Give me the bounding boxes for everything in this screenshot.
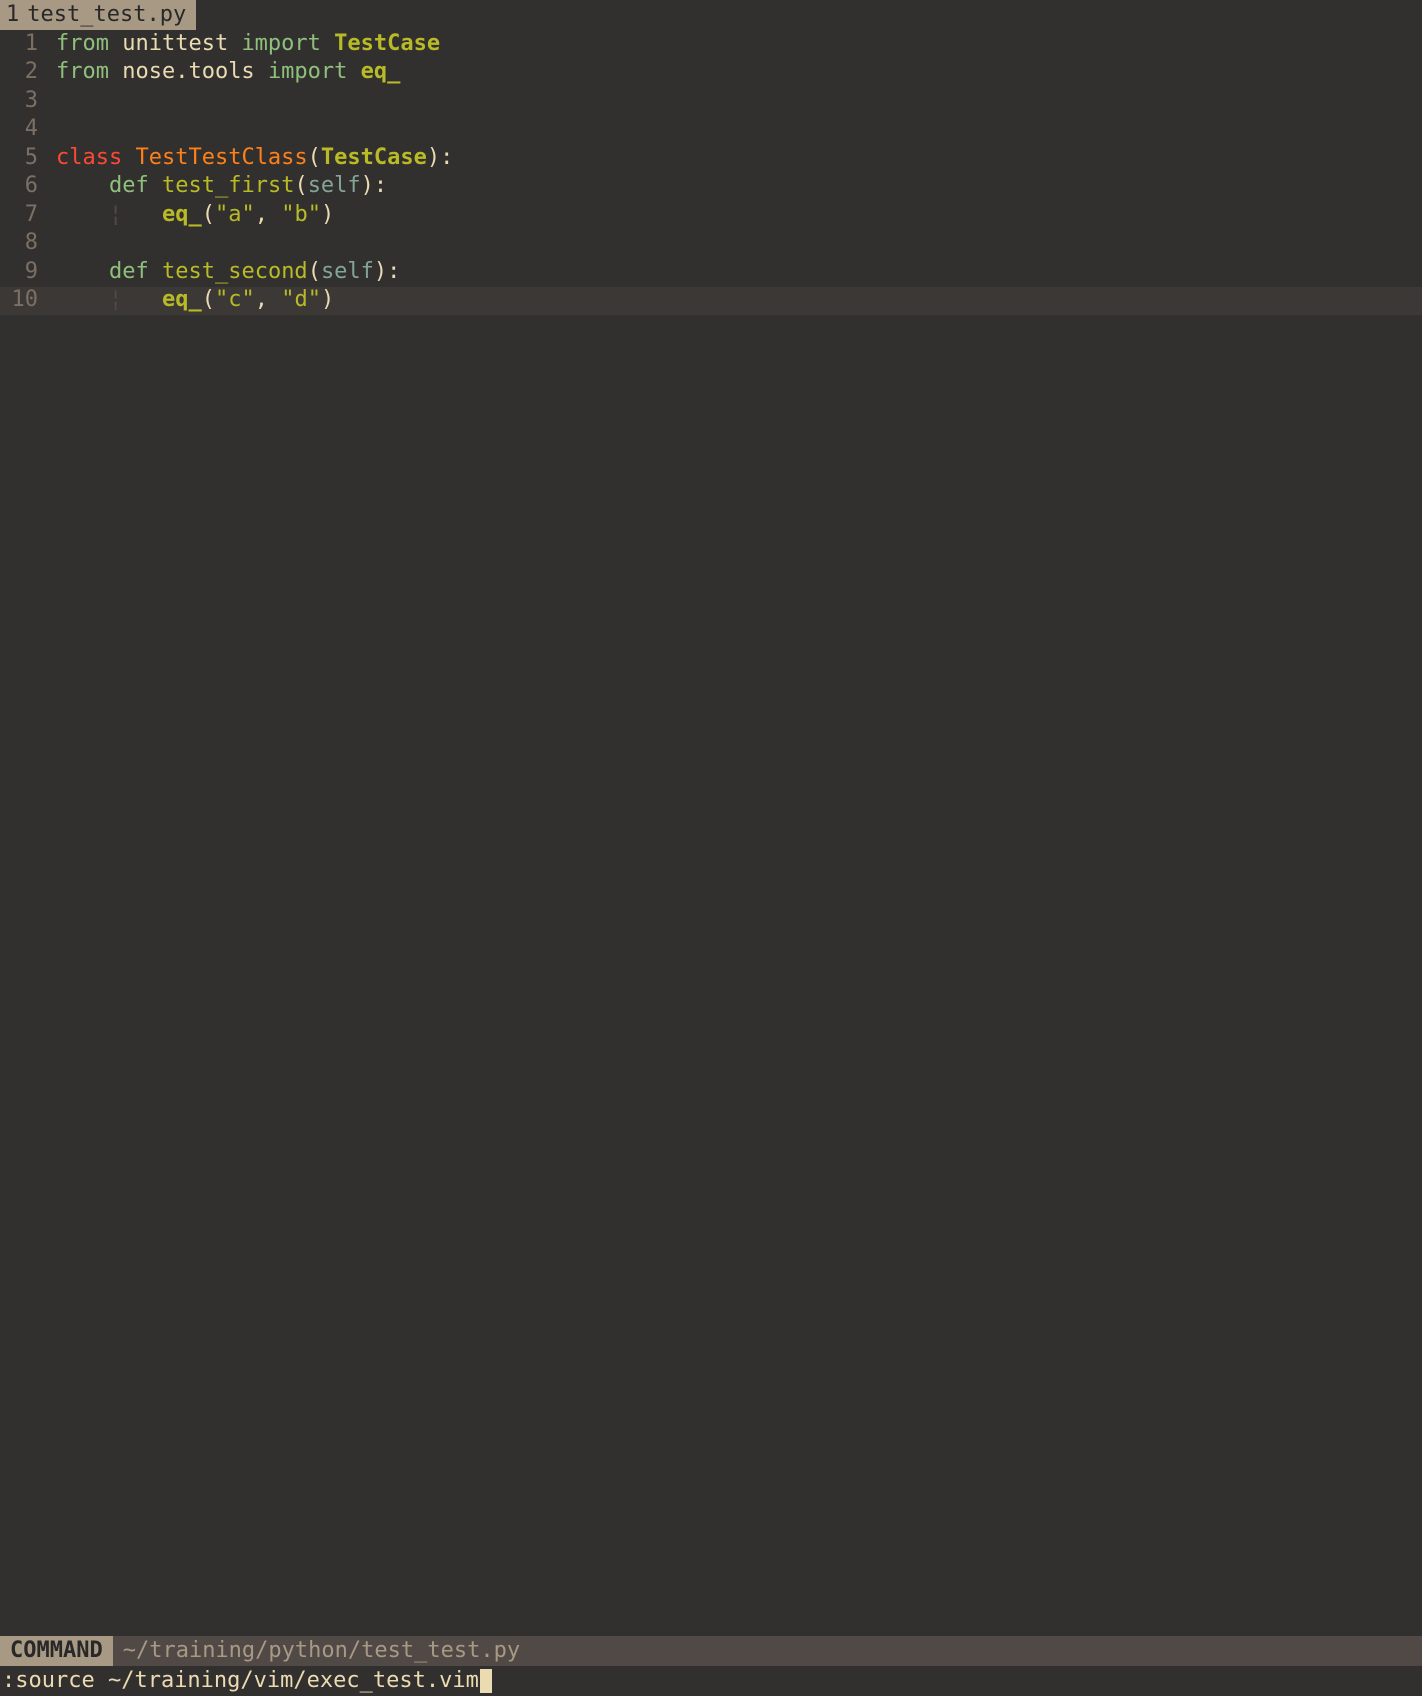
- mode-indicator: COMMAND: [0, 1636, 113, 1666]
- tab-index: 1: [6, 1, 19, 30]
- cursor-icon: [480, 1669, 492, 1693]
- file-path: ~/training/python/test_test.py: [113, 1637, 530, 1666]
- line-number: 4: [0, 115, 48, 144]
- code-line[interactable]: 1from unittest import TestCase: [0, 30, 1422, 59]
- code-editor[interactable]: 1from unittest import TestCase2from nose…: [0, 30, 1422, 1636]
- line-number: 7: [0, 201, 48, 230]
- code-text: ¦ eq_("a", "b"): [48, 201, 334, 230]
- code-line[interactable]: 4: [0, 116, 1422, 145]
- code-line[interactable]: 2from nose.tools import eq_: [0, 59, 1422, 88]
- line-number: 3: [0, 87, 48, 116]
- command-line[interactable]: :source ~/training/vim/exec_test.vim: [0, 1666, 1422, 1696]
- line-number: 5: [0, 144, 48, 173]
- code-line[interactable]: 5class TestTestClass(TestCase):: [0, 144, 1422, 173]
- code-text: from nose.tools import eq_: [48, 58, 400, 87]
- code-line[interactable]: 3: [0, 87, 1422, 116]
- line-number: 1: [0, 30, 48, 59]
- code-text: ¦ eq_("c", "d"): [48, 286, 334, 315]
- code-text: class TestTestClass(TestCase):: [48, 144, 453, 173]
- line-number: 9: [0, 258, 48, 287]
- code-line[interactable]: 8: [0, 230, 1422, 259]
- line-number: 6: [0, 172, 48, 201]
- code-text: def test_second(self):: [48, 258, 400, 287]
- status-line: COMMAND ~/training/python/test_test.py: [0, 1636, 1422, 1666]
- code-line[interactable]: 10 ¦ eq_("c", "d"): [0, 287, 1422, 316]
- tab-filename: test_test.py: [27, 1, 186, 30]
- command-text: source ~/training/vim/exec_test.vim: [15, 1667, 479, 1696]
- tab-bar: 1 test_test.py: [0, 0, 1422, 30]
- line-number: 2: [0, 58, 48, 87]
- line-number: 10: [0, 286, 48, 315]
- code-line[interactable]: 9 def test_second(self):: [0, 258, 1422, 287]
- code-line[interactable]: 6 def test_first(self):: [0, 173, 1422, 202]
- command-prefix: :: [2, 1667, 15, 1696]
- line-number: 8: [0, 229, 48, 258]
- code-text: from unittest import TestCase: [48, 30, 440, 59]
- code-line[interactable]: 7 ¦ eq_("a", "b"): [0, 201, 1422, 230]
- buffer-tab[interactable]: 1 test_test.py: [0, 0, 196, 30]
- code-text: def test_first(self):: [48, 172, 387, 201]
